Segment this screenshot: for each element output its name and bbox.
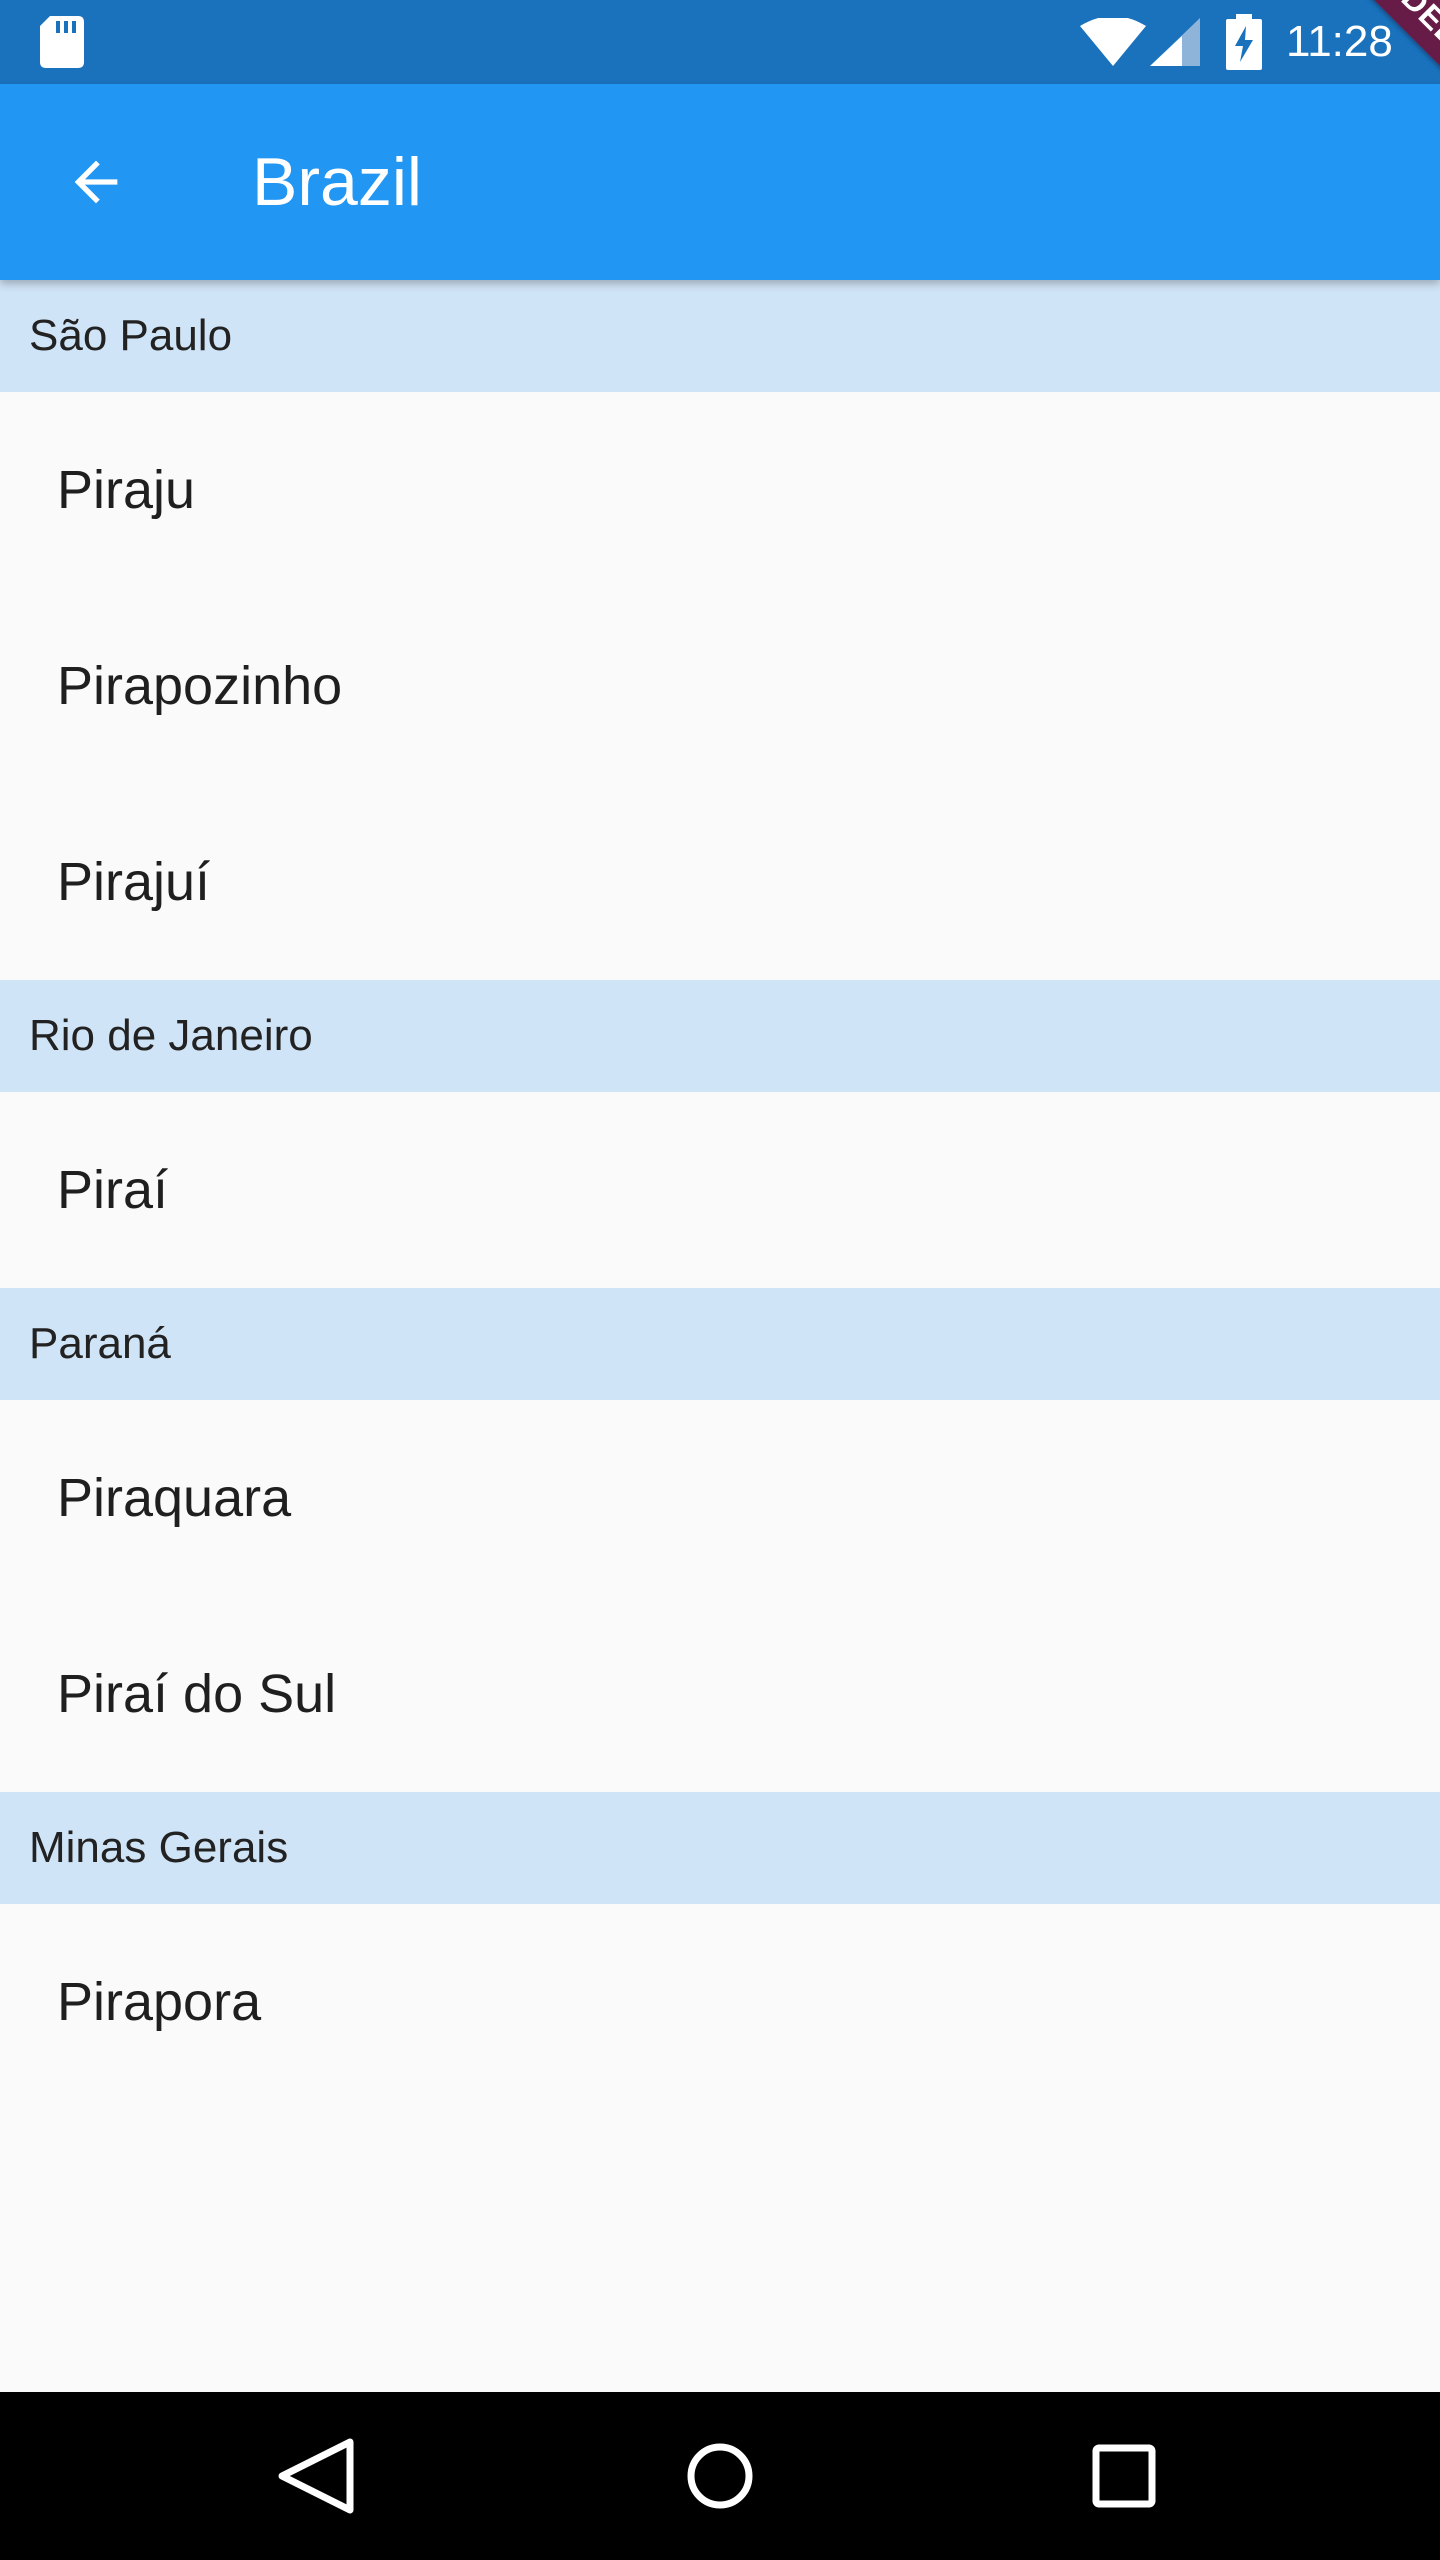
navigation-bar xyxy=(0,2392,1440,2560)
nav-back-icon[interactable] xyxy=(266,2434,366,2518)
list-item-pirajui[interactable]: Pirajuí xyxy=(0,784,1440,980)
status-bar: 11:28 xyxy=(0,0,1440,84)
section-header-rio-de-janeiro: Rio de Janeiro xyxy=(0,980,1440,1092)
section-header-sao-paulo: São Paulo xyxy=(0,280,1440,392)
nav-home-icon[interactable] xyxy=(670,2426,770,2526)
list-item-pirapozinho[interactable]: Pirapozinho xyxy=(0,588,1440,784)
section-header-minas-gerais: Minas Gerais xyxy=(0,1792,1440,1904)
nav-recents-icon[interactable] xyxy=(1074,2426,1174,2526)
list-item-pirai-do-sul[interactable]: Piraí do Sul xyxy=(0,1596,1440,1792)
back-button[interactable] xyxy=(40,126,152,238)
list-item-pirai[interactable]: Piraí xyxy=(0,1092,1440,1288)
page-title: Brazil xyxy=(252,144,423,220)
battery-charging-icon xyxy=(1226,14,1262,70)
sd-card-icon xyxy=(40,16,84,68)
list-item-piraju[interactable]: Piraju xyxy=(0,392,1440,588)
section-header-parana: Paraná xyxy=(0,1288,1440,1400)
city-list: São Paulo Piraju Pirapozinho Pirajuí Rio… xyxy=(0,280,1440,2100)
arrow-back-icon xyxy=(74,160,118,204)
wifi-icon xyxy=(1080,18,1146,66)
list-item-piraquara[interactable]: Piraquara xyxy=(0,1400,1440,1596)
list-item-pirapora[interactable]: Pirapora xyxy=(0,1904,1440,2100)
signal-icon xyxy=(1150,18,1200,66)
app-bar: Brazil xyxy=(0,84,1440,280)
status-time: 11:28 xyxy=(1286,17,1393,66)
